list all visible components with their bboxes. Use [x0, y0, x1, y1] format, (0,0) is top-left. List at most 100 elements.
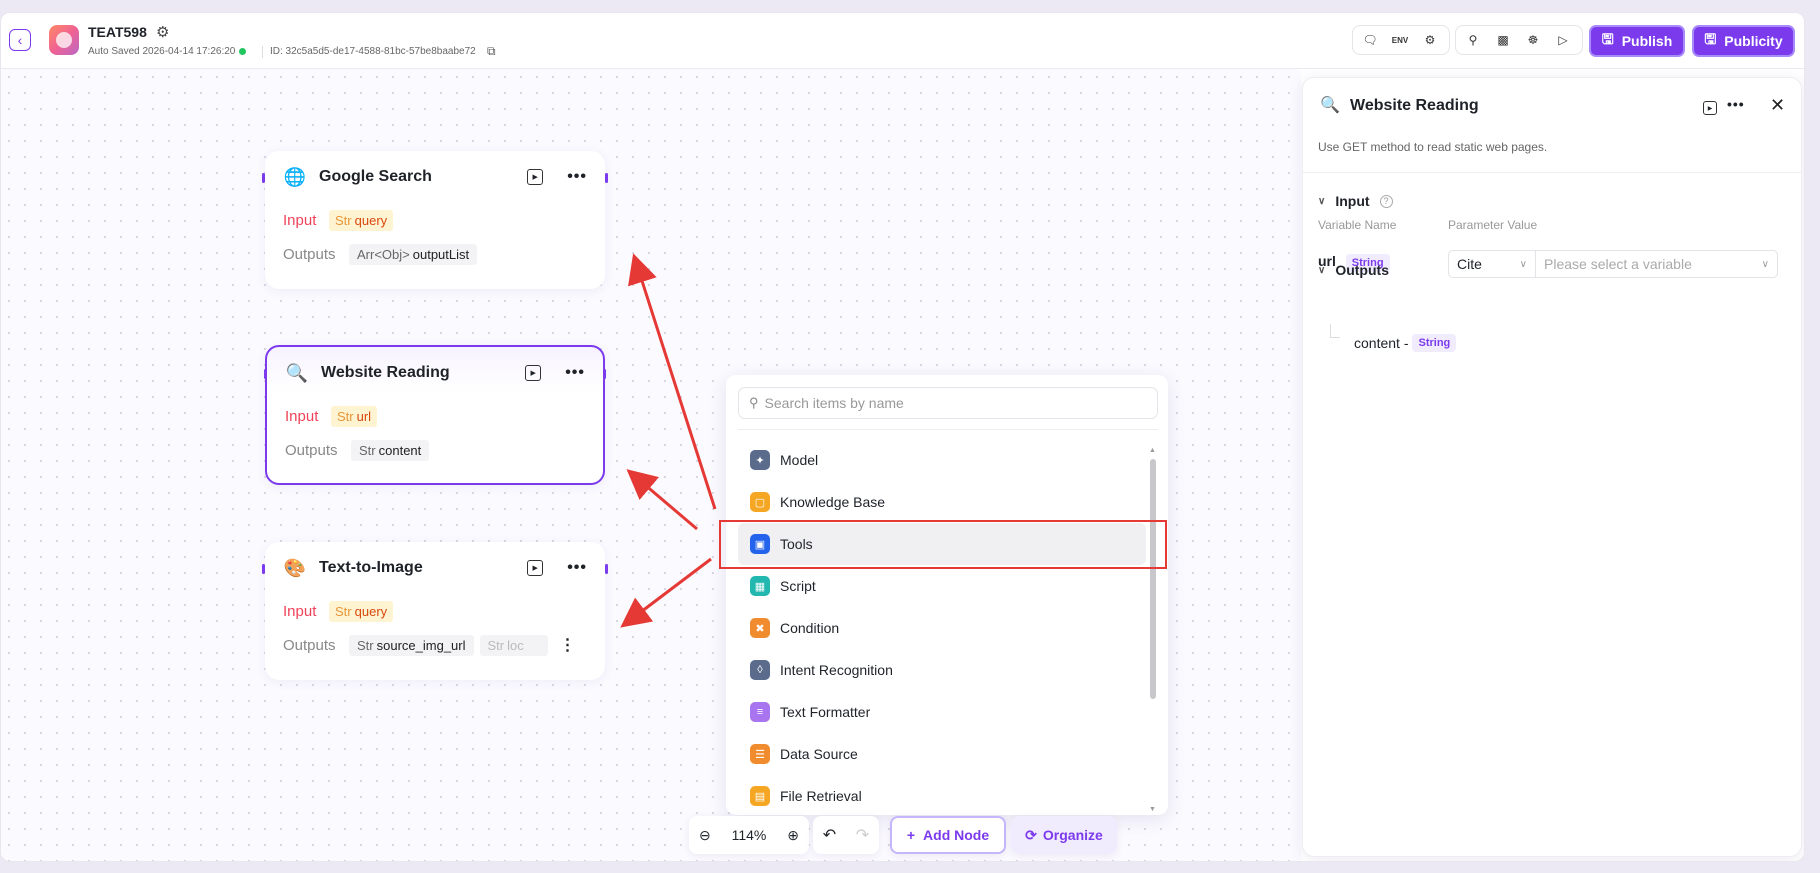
menu-item-condition[interactable]: ✖ Condition	[738, 607, 1146, 649]
variable-placeholder: Please select a variable	[1544, 256, 1692, 272]
menu-item-intent-recognition[interactable]: ◊ Intent Recognition	[738, 649, 1146, 691]
cite-select[interactable]: Cite ∨	[1448, 250, 1536, 278]
arrow-to-text-to-image	[620, 557, 712, 628]
tree-connector	[1330, 324, 1340, 338]
input-section-header[interactable]: ∨ Input ?	[1318, 193, 1393, 209]
output-row: content - String	[1354, 334, 1457, 352]
app-logo	[49, 25, 79, 55]
publish-label: Publish	[1621, 33, 1673, 49]
scroll-up-icon[interactable]: ▲	[1149, 447, 1156, 454]
chevron-down-icon: ∨	[1761, 258, 1769, 270]
menu-item-label: Text Formatter	[780, 704, 871, 720]
auto-saved-text: Auto Saved 2026-04-14 17:26:20	[88, 46, 236, 57]
menu-item-data-source[interactable]: ☰ Data Source	[738, 733, 1146, 775]
publicity-button[interactable]: 🖫 Publicity	[1692, 25, 1795, 57]
menu-item-label: Data Source	[780, 746, 858, 762]
menu-search-input[interactable]: ⚲ Search items by name	[738, 387, 1158, 419]
menu-item-script[interactable]: ▦ Script	[738, 565, 1146, 607]
help-icon[interactable]: ?	[1379, 194, 1393, 208]
publish-button[interactable]: 🖫 Publish	[1589, 25, 1685, 57]
outputs-section-title: Outputs	[1335, 262, 1389, 278]
run-icon[interactable]: ▷	[1548, 27, 1578, 53]
plugin-icon[interactable]: ⚲	[1458, 27, 1488, 53]
zoom-controls: ⊖ 114% ⊕	[689, 816, 809, 854]
file-icon: ▤	[750, 786, 770, 806]
gear-icon[interactable]: ⚙	[1415, 27, 1445, 53]
organize-label: Organize	[1042, 827, 1103, 843]
menu-divider	[738, 429, 1158, 430]
terminal-icon[interactable]: ▩	[1488, 27, 1518, 53]
outputs-section-header[interactable]: ∨ Outputs	[1318, 262, 1389, 278]
save-icon: 🖫	[1704, 31, 1717, 47]
arrow-to-google-search	[628, 253, 717, 510]
settings-gear-icon[interactable]: ⚙	[156, 23, 169, 41]
menu-item-label: Script	[780, 578, 816, 594]
text-icon: ≡	[750, 702, 770, 722]
app-id: ID: 32c5a5d5-de17-4588-81bc-57be8baabe72	[270, 46, 476, 57]
search-placeholder: Search items by name	[764, 395, 904, 411]
history-controls: ↶ ↷	[813, 816, 879, 854]
intent-icon: ◊	[750, 660, 770, 680]
run-node-icon[interactable]: ▶	[1703, 101, 1717, 115]
node-detail-panel: 🔍 Website Reading ▶ ••• ✕ Use GET method…	[1302, 77, 1802, 857]
chevron-down-icon: ∨	[1318, 195, 1326, 207]
redo-icon[interactable]: ↷	[856, 825, 869, 845]
top-bar: ‹ TEAT598 ⚙ Auto Saved 2026-04-14 17:26:…	[1, 13, 1804, 69]
arrow-to-website-reading	[626, 469, 698, 531]
menu-item-model[interactable]: ✦ Model	[738, 439, 1146, 481]
chevron-down-icon: ∨	[1318, 264, 1326, 276]
add-node-label: Add Node	[923, 827, 990, 843]
add-node-button[interactable]: + Add Node	[890, 816, 1006, 854]
close-icon[interactable]: ✕	[1770, 95, 1785, 116]
model-icon: ✦	[750, 450, 770, 470]
scroll-down-icon[interactable]: ▼	[1149, 806, 1156, 813]
undo-icon[interactable]: ↶	[823, 825, 836, 845]
panel-description: Use GET method to read static web pages.	[1318, 140, 1548, 154]
back-button[interactable]: ‹	[9, 29, 31, 51]
menu-item-file-retrieval[interactable]: ▤ File Retrieval	[738, 775, 1146, 815]
menu-item-label: Intent Recognition	[780, 662, 893, 678]
env-button[interactable]: ENV	[1385, 27, 1415, 53]
copy-icon[interactable]: ⧉	[487, 44, 496, 59]
saved-check-icon	[239, 47, 247, 55]
menu-item-label: Condition	[780, 620, 840, 636]
scroll-thumb[interactable]	[1150, 459, 1156, 699]
more-options-icon[interactable]: •••	[1727, 96, 1745, 112]
organize-button[interactable]: ⟳ Organize	[1011, 816, 1117, 854]
zoom-level[interactable]: 114%	[732, 827, 767, 843]
menu-item-label: Knowledge Base	[780, 494, 886, 510]
zoom-in-icon[interactable]: ⊕	[787, 827, 799, 844]
chat-preview-icon[interactable]: 🗨	[1355, 27, 1385, 53]
toolbar-group-a: 🗨 ENV ⚙	[1352, 25, 1450, 55]
database-icon: ☰	[750, 744, 770, 764]
magnifier-icon: 🔍	[1320, 97, 1340, 114]
zoom-out-icon[interactable]: ⊖	[699, 827, 711, 844]
branch-icon: ✖	[750, 618, 770, 638]
chevron-left-icon: ‹	[17, 32, 23, 48]
output-type-badge: String	[1412, 334, 1457, 352]
input-section-title: Input	[1335, 193, 1370, 209]
cite-value: Cite	[1457, 256, 1482, 272]
script-icon: ▦	[750, 576, 770, 596]
chevron-down-icon: ∨	[1519, 258, 1527, 270]
variable-select[interactable]: Please select a variable ∨	[1535, 250, 1778, 278]
auto-saved-status: Auto Saved 2026-04-14 17:26:20	[88, 46, 247, 57]
divider	[262, 46, 263, 58]
panel-title: Website Reading	[1350, 97, 1479, 114]
annotation-highlight-box	[719, 520, 1167, 569]
save-icon: 🖫	[1601, 31, 1614, 47]
plus-icon: +	[906, 827, 916, 843]
parameter-value-header: Parameter Value	[1448, 218, 1538, 232]
app-title: TEAT598	[88, 24, 147, 40]
variable-name-header: Variable Name	[1318, 218, 1397, 232]
debug-icon[interactable]: ☸	[1518, 27, 1548, 53]
menu-item-label: File Retrieval	[780, 788, 862, 804]
organize-icon: ⟳	[1025, 826, 1037, 843]
toolbar-group-b: ⚲ ▩ ☸ ▷	[1455, 25, 1583, 55]
panel-divider	[1303, 172, 1801, 173]
menu-item-knowledge-base[interactable]: ▢ Knowledge Base	[738, 481, 1146, 523]
menu-item-label: Model	[780, 452, 819, 468]
menu-item-text-formatter[interactable]: ≡ Text Formatter	[738, 691, 1146, 733]
publicity-label: Publicity	[1724, 33, 1783, 49]
menu-scrollbar[interactable]: ▲ ▼	[1149, 447, 1156, 813]
